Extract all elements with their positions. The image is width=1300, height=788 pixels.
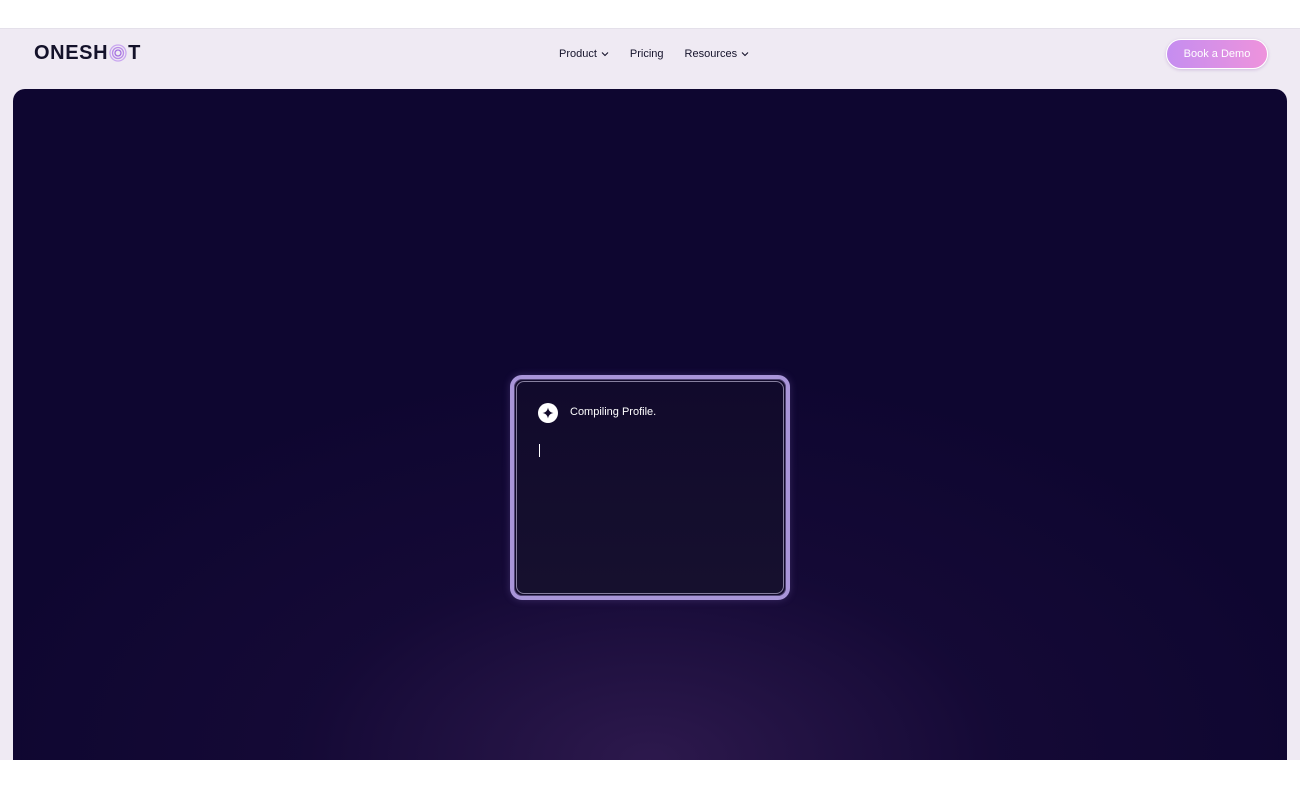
nav-resources-label: Resources [684,48,738,60]
oneshot-logo[interactable]: ONESH T [34,41,141,65]
nav-product[interactable]: Product [559,48,609,60]
nav-pricing-label: Pricing [629,48,664,60]
text-cursor [539,444,540,457]
nav-pricing[interactable]: Pricing [630,48,664,60]
logo-target-icon [109,44,127,62]
card-inner-panel: Compiling Profile. [516,381,784,594]
nav-links: Product Pricing Resources [559,45,749,63]
chevron-down-icon [601,51,609,57]
logo-text-suffix: T [128,41,141,64]
hero-section: Compiling Profile. [13,89,1287,760]
top-navbar: ONESH T Product Pricing Resources Book a… [0,29,1300,87]
logo-text-prefix: ONESH [34,41,109,64]
card-status-text: Compiling Profile. [570,406,657,418]
nav-resources[interactable]: Resources [685,48,750,60]
nav-product-label: Product [559,48,597,60]
book-demo-button[interactable]: Book a Demo [1166,39,1268,69]
page: ONESH T Product Pricing Resources Book a… [0,28,1300,760]
compiling-profile-card: Compiling Profile. [510,375,790,600]
chevron-down-icon [741,51,749,57]
sparkle-icon [538,403,558,423]
